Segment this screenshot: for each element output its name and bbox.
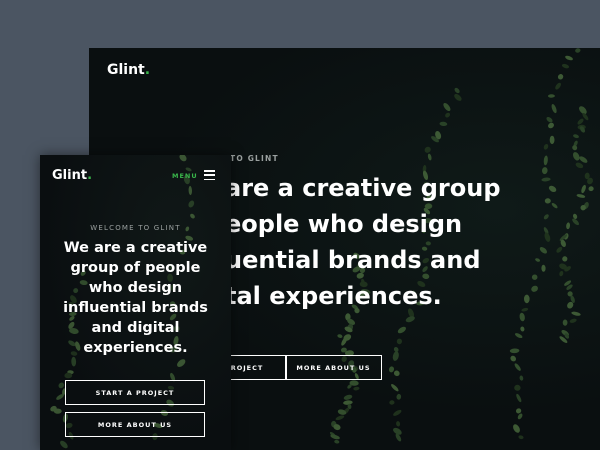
leaf xyxy=(572,145,578,151)
headline-line: uential brands and xyxy=(225,246,481,274)
leaf xyxy=(575,48,581,53)
headline-line: group of people xyxy=(70,260,201,276)
hamburger-menu-icon[interactable] xyxy=(204,170,215,180)
leaf xyxy=(396,421,401,427)
leaf xyxy=(391,384,399,392)
leaf xyxy=(445,112,451,118)
leaf xyxy=(393,409,402,416)
leaf xyxy=(190,213,195,219)
menu-label[interactable]: MENU xyxy=(172,172,198,180)
leaf xyxy=(60,440,68,449)
leaf xyxy=(561,63,570,69)
leaf xyxy=(424,146,431,153)
start-project-button[interactable]: START A PROJECT xyxy=(65,380,205,405)
leaf xyxy=(396,338,403,345)
leaf xyxy=(337,334,343,338)
leaf xyxy=(559,270,564,277)
headline-line: tal experiences. xyxy=(225,282,442,310)
leaf xyxy=(513,424,520,433)
leaf xyxy=(579,156,588,163)
leaf xyxy=(517,413,523,420)
headline-line: We are a creative xyxy=(63,240,208,256)
leaf xyxy=(188,200,195,208)
leaf xyxy=(454,93,462,101)
leaf xyxy=(353,386,360,391)
leaf xyxy=(518,435,524,440)
leaf xyxy=(571,311,581,316)
leaf xyxy=(343,394,353,400)
leaf xyxy=(514,384,521,391)
leaf xyxy=(555,82,561,90)
leaf xyxy=(516,393,522,403)
logo-text: Glint xyxy=(52,168,88,183)
headline-line: and digital xyxy=(91,320,180,336)
leaf xyxy=(573,134,579,139)
leaf xyxy=(549,135,555,145)
leaf xyxy=(575,162,584,169)
leaf xyxy=(562,256,568,262)
leaf xyxy=(179,155,187,162)
hero-kicker: WELCOME TO GLINT xyxy=(90,224,181,232)
leaf xyxy=(566,222,571,230)
hero-headline: We are a creative group of people who de… xyxy=(48,238,223,358)
leaf xyxy=(514,363,521,371)
headline-line: influential brands xyxy=(63,300,208,316)
leaf xyxy=(565,55,573,61)
leaf xyxy=(397,326,406,334)
leaf xyxy=(520,326,525,332)
leaf xyxy=(454,87,460,94)
leaf xyxy=(557,74,564,80)
logo-dot: . xyxy=(87,168,93,183)
leaf xyxy=(71,356,77,367)
hero-kicker: TO GLINT xyxy=(230,154,279,163)
leaf xyxy=(577,118,584,125)
leaf xyxy=(547,94,555,98)
leaf xyxy=(519,375,524,381)
leaf xyxy=(188,185,193,196)
leaf xyxy=(388,366,395,373)
leaf xyxy=(393,370,400,377)
leaf xyxy=(573,152,580,161)
leaf xyxy=(515,408,522,414)
leaf xyxy=(443,102,451,112)
headline-line: experiences. xyxy=(83,340,188,356)
leaf xyxy=(556,246,563,253)
leaf xyxy=(177,359,186,367)
leaf xyxy=(569,318,577,323)
leaf xyxy=(396,393,402,400)
headline-line: who design xyxy=(88,280,183,296)
leaf xyxy=(546,116,553,123)
leaf xyxy=(389,400,395,405)
more-about-us-button[interactable]: MORE ABOUT US xyxy=(285,355,382,380)
leaf xyxy=(576,194,586,198)
site-logo[interactable]: Glint. xyxy=(52,168,92,183)
hero-headline: are a creative group eople who design ue… xyxy=(225,170,555,314)
headline-line: eople who design xyxy=(225,210,463,238)
leaf xyxy=(588,186,594,192)
leaf xyxy=(53,408,62,414)
headline-line: are a creative group xyxy=(225,174,501,202)
leaf xyxy=(334,439,340,444)
mobile-screen: Glint. MENU WELCOME TO GLINT We are a cr… xyxy=(40,155,231,450)
leaf xyxy=(543,144,549,150)
leaf xyxy=(562,319,568,326)
more-about-us-button[interactable]: MORE ABOUT US xyxy=(65,412,205,437)
leaf xyxy=(392,351,399,361)
logo-text: Glint xyxy=(107,62,145,78)
leaf xyxy=(514,333,523,339)
leaf xyxy=(543,155,548,166)
leaf xyxy=(581,184,586,194)
leaf xyxy=(551,104,557,114)
site-logo[interactable]: Glint. xyxy=(107,62,150,78)
leaf xyxy=(335,415,345,421)
logo-dot: . xyxy=(144,62,151,78)
leaf xyxy=(343,400,353,405)
leaf xyxy=(548,122,554,129)
leaf xyxy=(439,121,448,127)
leaf xyxy=(510,355,517,362)
leaf xyxy=(427,153,432,161)
leaf xyxy=(509,348,520,354)
